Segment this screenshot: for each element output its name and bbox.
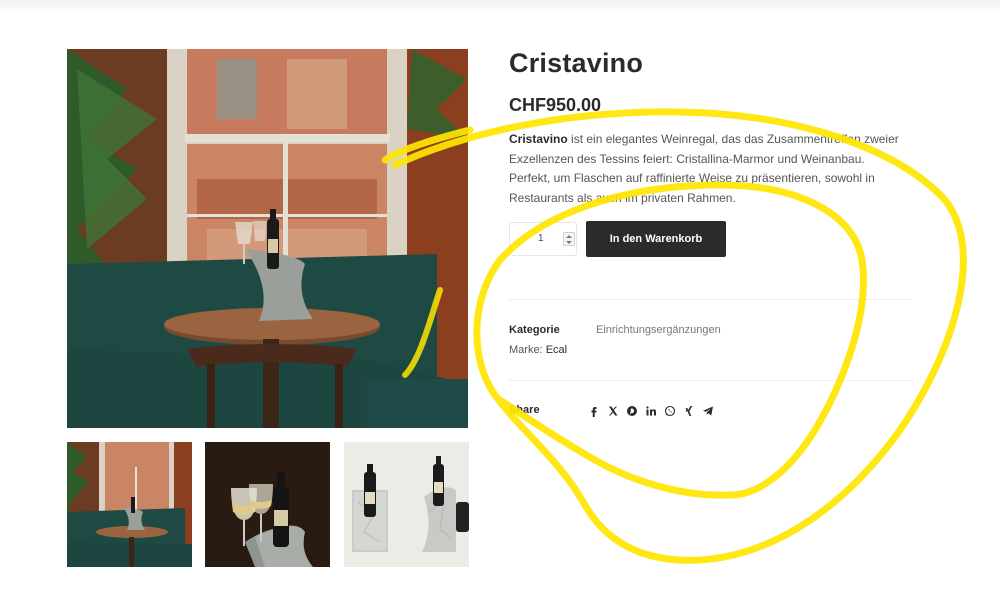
brand-line: Marke: Ecal — [509, 344, 567, 356]
divider — [509, 380, 911, 381]
thumbnail-restaurant-image — [67, 442, 192, 567]
main-product-image[interactable] — [67, 49, 468, 428]
product-title: Cristavino — [509, 48, 644, 78]
top-edge — [0, 0, 1000, 14]
stepper-down-icon[interactable] — [566, 241, 572, 244]
restaurant-scene-image — [67, 49, 468, 428]
quantity-stepper[interactable] — [563, 232, 575, 246]
quantity-input[interactable]: 1 — [538, 233, 544, 244]
category-label: Kategorie — [509, 324, 560, 336]
description-text: ist ein elegantes Weinregal, das das Zus… — [509, 132, 899, 205]
add-to-cart-button[interactable]: In den Warenkorb — [586, 221, 726, 257]
thumbnail-1[interactable] — [67, 442, 192, 567]
x-twitter-icon[interactable] — [607, 405, 619, 417]
facebook-icon[interactable] — [588, 405, 600, 417]
product-description: Cristavino ist ein elegantes Weinregal, … — [509, 130, 909, 208]
share-icons — [588, 404, 714, 418]
brand-label: Marke: — [509, 344, 543, 356]
pinterest-icon[interactable] — [626, 405, 638, 417]
category-link[interactable]: Einrichtungsergänzungen — [596, 324, 721, 336]
product-price: CHF950.00 — [509, 95, 602, 115]
thumbnail-3[interactable] — [344, 442, 469, 567]
description-brand: Cristavino — [509, 132, 568, 146]
thumbnail-marble-stands-image — [344, 442, 469, 567]
thumbnail-2[interactable] — [205, 442, 330, 567]
brand-link[interactable]: Ecal — [546, 344, 567, 356]
telegram-icon[interactable] — [702, 405, 714, 417]
linkedin-icon[interactable] — [645, 405, 657, 417]
thumbnail-wine-glasses-image — [205, 442, 330, 567]
divider — [509, 299, 911, 300]
xing-icon[interactable] — [683, 405, 695, 417]
stepper-up-icon[interactable] — [566, 235, 572, 238]
whatsapp-icon[interactable] — [664, 405, 676, 417]
share-label: Share — [509, 404, 540, 416]
